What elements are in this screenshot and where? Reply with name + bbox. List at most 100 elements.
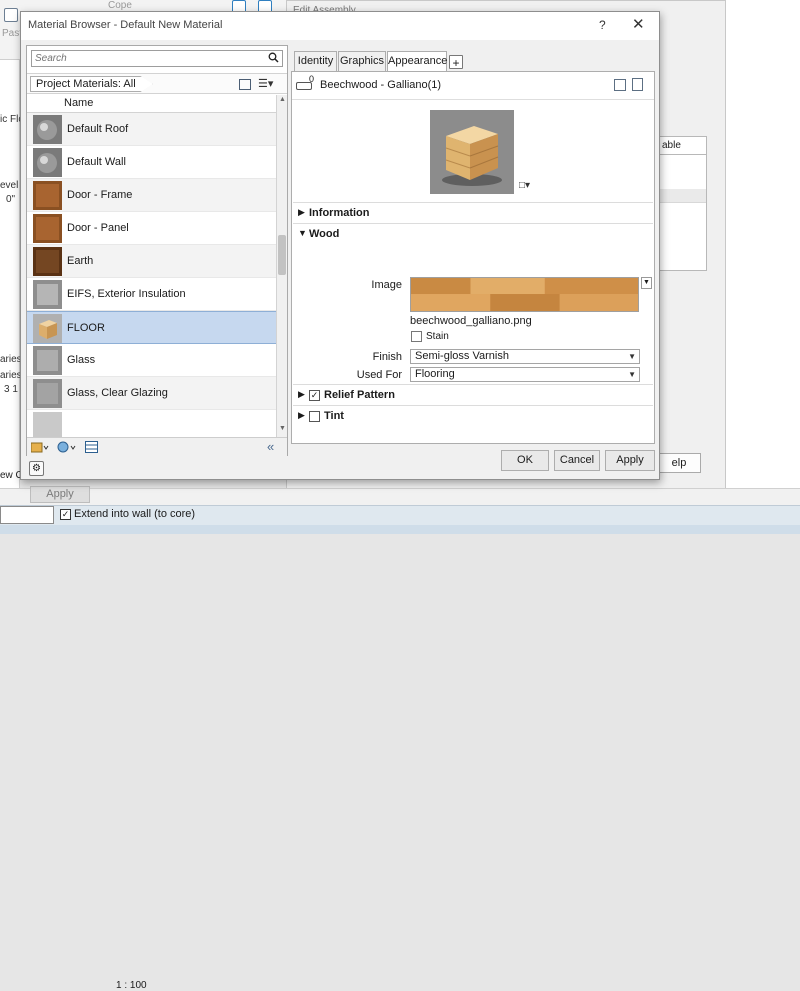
add-asset-icon[interactable]: + bbox=[449, 55, 463, 70]
library-folder-icon[interactable] bbox=[30, 441, 49, 456]
material-thumbnail bbox=[33, 181, 62, 210]
material-name: Earth bbox=[67, 255, 94, 267]
material-name: Door - Frame bbox=[67, 189, 133, 201]
help-icon[interactable]: ? bbox=[599, 18, 606, 32]
asset-name: Beechwood - Galliano(1) bbox=[320, 79, 442, 91]
section-title: Wood bbox=[309, 228, 340, 240]
finish-value: Semi-gloss Varnish bbox=[415, 350, 509, 362]
create-material-icon[interactable] bbox=[57, 441, 77, 456]
collapse-library-icon[interactable]: « bbox=[267, 439, 274, 454]
chevron-down-icon: ▼ bbox=[628, 370, 636, 379]
tab-appearance[interactable]: Appearance bbox=[387, 51, 447, 72]
asset-browser-icon[interactable] bbox=[85, 441, 98, 456]
material-thumbnail bbox=[33, 280, 62, 309]
material-thumbnail bbox=[33, 247, 62, 276]
list-item[interactable]: Default Roof bbox=[27, 113, 276, 146]
tint-checkbox[interactable] bbox=[309, 411, 320, 422]
used-for-select[interactable]: Flooring ▼ bbox=[410, 367, 640, 382]
expand-icon[interactable]: ▶ bbox=[298, 207, 305, 218]
section-title: Information bbox=[309, 207, 370, 219]
scale-label[interactable]: 1 : 100 bbox=[116, 980, 147, 991]
material-editor-panel: Identity Graphics Appearance + 0 Beechwo… bbox=[291, 45, 655, 445]
table-header: able bbox=[660, 137, 706, 155]
scroll-up-icon[interactable]: ▲ bbox=[279, 96, 286, 103]
section-relief-pattern[interactable]: ▶ ✓ Relief Pattern bbox=[293, 384, 653, 404]
tab-graphics[interactable]: Graphics bbox=[338, 51, 386, 71]
list-item[interactable]: EIFS, Exterior Insulation bbox=[27, 278, 276, 311]
preview-options-icon[interactable]: □▾ bbox=[519, 180, 530, 191]
image-options-icon[interactable]: ▼ bbox=[641, 277, 652, 289]
search-box[interactable] bbox=[31, 50, 283, 67]
list-item[interactable] bbox=[27, 410, 276, 437]
paste-icon[interactable] bbox=[4, 8, 18, 22]
list-item[interactable]: Glass bbox=[27, 344, 276, 377]
image-filename[interactable]: beechwood_galliano.png bbox=[410, 315, 532, 327]
stain-checkbox[interactable] bbox=[411, 331, 422, 342]
list-item[interactable]: Default Wall bbox=[27, 146, 276, 179]
name-column-header[interactable]: Name bbox=[27, 95, 276, 113]
wood-image-swatch[interactable] bbox=[410, 277, 639, 312]
finish-select[interactable]: Semi-gloss Varnish ▼ bbox=[410, 349, 640, 364]
cancel-button[interactable]: Cancel bbox=[554, 450, 600, 471]
relief-checkbox[interactable]: ✓ bbox=[309, 390, 320, 401]
material-thumbnail bbox=[33, 214, 62, 243]
list-item[interactable]: Glass, Clear Glazing bbox=[27, 377, 276, 410]
options-input[interactable] bbox=[0, 506, 54, 524]
project-materials-filter[interactable]: Project Materials: All bbox=[30, 76, 153, 92]
help-button[interactable]: elp bbox=[657, 453, 701, 473]
options-icon[interactable]: ⚙ bbox=[29, 461, 44, 476]
replace-asset-icon[interactable] bbox=[614, 79, 626, 91]
material-preview[interactable] bbox=[430, 110, 514, 194]
bg-text: aries bbox=[0, 354, 22, 365]
material-thumbnail bbox=[33, 412, 62, 437]
expand-icon[interactable]: ▶ bbox=[298, 410, 305, 421]
scroll-down-icon[interactable]: ▼ bbox=[279, 425, 286, 432]
material-name: Glass, Clear Glazing bbox=[67, 387, 168, 399]
properties-panel: ic Flo evel 0" aries aries 3 1 bbox=[0, 60, 24, 500]
properties-apply-button[interactable]: Apply bbox=[30, 486, 90, 503]
section-title: Tint bbox=[324, 410, 344, 422]
material-browser-dialog: Material Browser - Default New Material … bbox=[20, 11, 660, 480]
expand-icon[interactable]: ▶ bbox=[298, 389, 305, 400]
collapse-icon[interactable]: ▼ bbox=[298, 228, 307, 238]
material-list-panel: Project Materials: All ☰▾ Name Default R… bbox=[26, 45, 288, 456]
asset-header: 0 Beechwood - Galliano(1) bbox=[292, 72, 654, 100]
extend-label: Extend into wall (to core) bbox=[74, 508, 196, 520]
close-icon[interactable]: ✕ bbox=[632, 15, 645, 33]
view-options-icon[interactable] bbox=[239, 79, 251, 90]
tab-identity[interactable]: Identity bbox=[294, 51, 337, 71]
extend-checkbox[interactable]: ✓ bbox=[60, 509, 71, 520]
bg-text: evel bbox=[0, 180, 19, 191]
used-for-value: Flooring bbox=[415, 368, 455, 380]
table-row[interactable] bbox=[660, 189, 706, 203]
ok-button[interactable]: OK bbox=[501, 450, 549, 471]
material-thumbnail bbox=[33, 379, 62, 408]
library-filter-bar: Project Materials: All ☰▾ bbox=[27, 73, 287, 94]
material-list-scrollbar[interactable]: ▲ ▼ bbox=[276, 95, 287, 437]
section-tint[interactable]: ▶ Tint bbox=[293, 405, 653, 425]
column-name: Name bbox=[64, 97, 94, 109]
dialog-title: Material Browser - Default New Material bbox=[28, 19, 223, 31]
material-thumbnail bbox=[33, 115, 62, 144]
search-icon[interactable] bbox=[268, 52, 279, 66]
list-item[interactable]: FLOOR bbox=[27, 311, 276, 344]
material-list: Default Roof Default Wall Door - Frame D… bbox=[27, 113, 276, 437]
material-name: Default Roof bbox=[67, 123, 129, 135]
list-item[interactable]: Earth bbox=[27, 245, 276, 278]
material-name: EIFS, Exterior Insulation bbox=[67, 288, 186, 300]
list-view-icon[interactable]: ☰▾ bbox=[258, 77, 273, 90]
material-thumbnail bbox=[33, 346, 62, 375]
dialog-titlebar[interactable]: Material Browser - Default New Material … bbox=[21, 12, 659, 40]
section-information[interactable]: ▶ Information bbox=[293, 202, 653, 222]
usage-hand-icon bbox=[296, 82, 312, 90]
section-wood[interactable]: ▼ Wood bbox=[293, 223, 653, 243]
duplicate-asset-icon[interactable] bbox=[632, 78, 643, 91]
list-item[interactable]: Door - Frame bbox=[27, 179, 276, 212]
apply-button[interactable]: Apply bbox=[605, 450, 655, 471]
image-label: Image bbox=[371, 279, 402, 291]
material-thumbnail bbox=[33, 148, 62, 177]
list-item[interactable]: Door - Panel bbox=[27, 212, 276, 245]
scrollbar-thumb[interactable] bbox=[278, 235, 286, 275]
cope-label: Cope bbox=[108, 0, 132, 11]
search-input[interactable] bbox=[32, 51, 258, 66]
